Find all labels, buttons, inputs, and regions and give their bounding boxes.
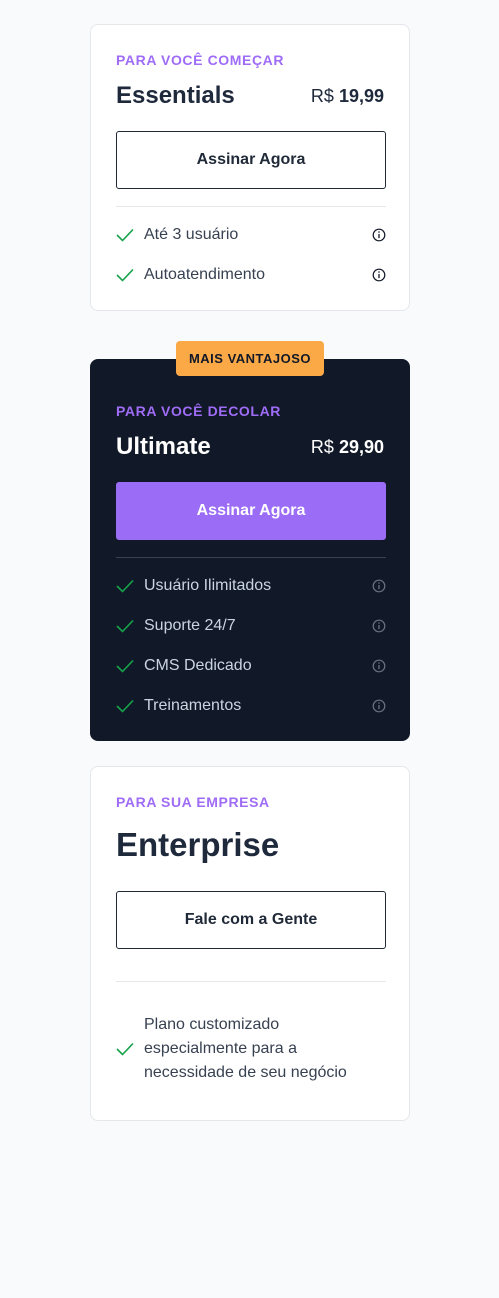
info-icon[interactable] [372,659,386,673]
plan-title-row: Essentials R$ 19,99 [116,82,384,110]
plan-price: R$ 29,90 [311,437,384,458]
info-icon[interactable] [372,268,386,282]
plan-name: Enterprise [116,826,280,863]
info-icon[interactable] [372,579,386,593]
divider [116,206,386,207]
feature-item: Usuário Ilimitados [116,566,386,606]
feature-item: Suporte 24/7 [116,606,386,646]
plan-card-essentials: PARA VOCÊ COMEÇAR Essentials R$ 19,99 As… [90,24,410,311]
feature-label: Usuário Ilimitados [144,577,272,594]
divider [116,557,386,558]
plan-eyebrow: PARA SUA EMPRESA [116,794,270,810]
info-icon[interactable] [372,619,386,633]
feature-item: Treinamentos [116,686,386,726]
feature-item: Até 3 usuário [116,215,386,255]
info-icon[interactable] [372,228,386,242]
check-icon [116,579,134,593]
check-icon [116,1042,134,1056]
best-value-badge: MAIS VANTAJOSO [176,341,324,376]
subscribe-button[interactable]: Assinar Agora [116,131,386,189]
feature-label: Treinamentos [144,697,242,714]
plan-price: R$ 19,99 [311,86,384,107]
info-icon[interactable] [372,699,386,713]
check-icon [116,659,134,673]
check-icon [116,228,134,242]
feature-label: Suporte 24/7 [144,617,236,634]
check-icon [116,268,134,282]
check-icon [116,699,134,713]
plan-name: Essentials [116,82,235,109]
plan-eyebrow: PARA VOCÊ DECOLAR [116,403,281,419]
feature-item: Plano customizado especialmente para a n… [116,1013,386,1085]
plan-title-row: Ultimate R$ 29,90 [116,433,384,461]
price-amount: 29,90 [338,436,384,457]
feature-label: Plano customizado especialmente para a n… [144,1016,347,1081]
plan-card-ultimate: PARA VOCÊ DECOLAR Ultimate R$ 29,90 Assi… [90,359,410,741]
feature-item: CMS Dedicado [116,646,386,686]
plan-card-enterprise: PARA SUA EMPRESA Enterprise Fale com a G… [90,766,410,1121]
divider [116,981,386,982]
feature-label: Até 3 usuário [144,226,239,243]
price-amount: 19,99 [338,85,384,106]
feature-item: Autoatendimento [116,255,386,295]
plan-eyebrow: PARA VOCÊ COMEÇAR [116,52,285,68]
feature-label: CMS Dedicado [144,657,252,674]
check-icon [116,619,134,633]
price-currency: R$ [310,436,334,457]
subscribe-button[interactable]: Assinar Agora [116,482,386,540]
plan-name: Ultimate [116,433,211,460]
price-currency: R$ [310,85,334,106]
contact-button[interactable]: Fale com a Gente [116,891,386,949]
feature-label: Autoatendimento [144,266,265,283]
